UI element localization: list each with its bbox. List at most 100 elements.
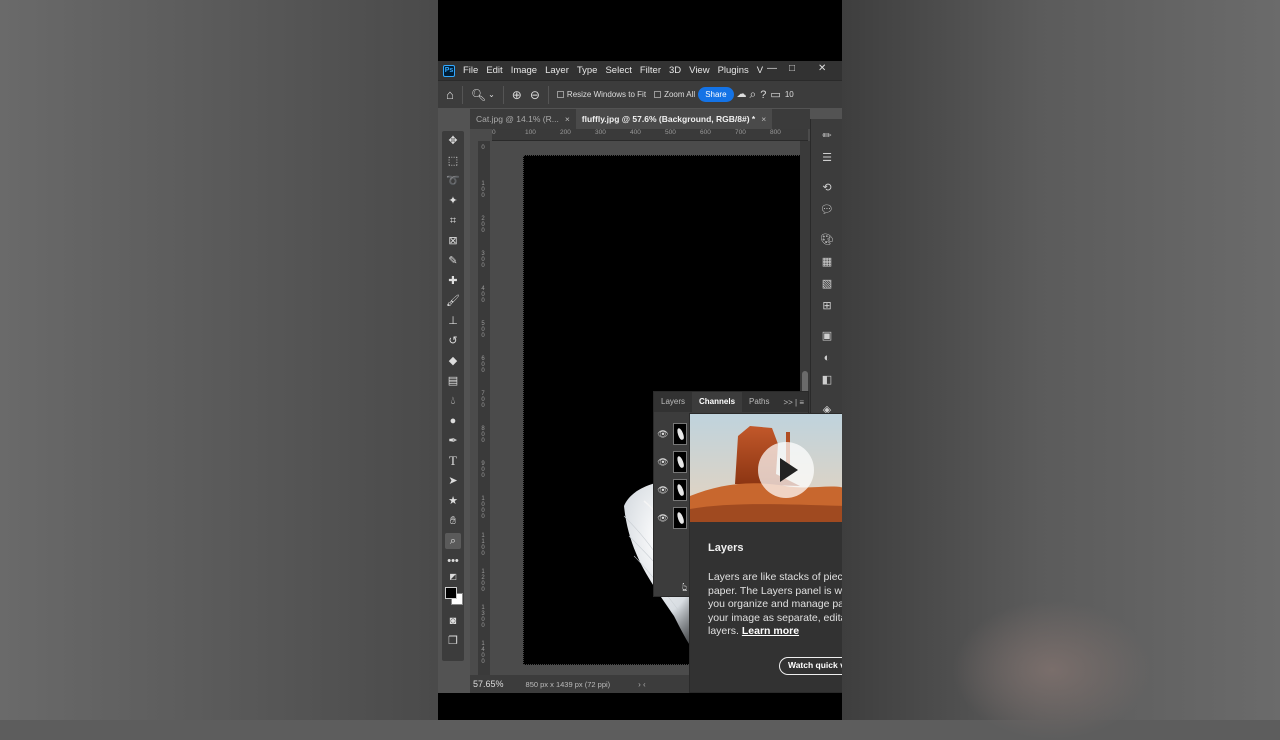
gradients-icon[interactable]: ▧ xyxy=(819,277,835,291)
gradient-tool-icon[interactable]: ▤ xyxy=(445,373,461,389)
history-brush-icon[interactable]: ↺ xyxy=(445,333,461,349)
zoom-tool-icon[interactable]: 🔍︎ xyxy=(471,88,486,102)
zoom-in-icon[interactable]: ⊕ xyxy=(512,88,522,102)
menu-window[interactable]: V xyxy=(757,65,763,76)
hand-tool-icon[interactable]: ✋︎ xyxy=(445,513,461,529)
eye-icon[interactable]: 👁︎ xyxy=(657,429,669,440)
menu-type[interactable]: Type xyxy=(577,65,598,76)
stamp-tool-icon[interactable]: ⊥ xyxy=(445,313,461,329)
tools-panel: ✥ ⬚ ➰ ✦ ⌗ ⊠ ✎ ✚ 🖌︎ ⊥ ↺ ◆ ▤ 💧︎ ● ✒ T ➤ ★ … xyxy=(442,131,464,661)
dodge-tool-icon[interactable]: ● xyxy=(445,413,461,429)
blur-tool-icon[interactable]: 💧︎ xyxy=(445,393,461,409)
quick-mask-icon[interactable]: ◙ xyxy=(445,613,461,629)
tip-video-thumbnail[interactable] xyxy=(690,414,842,522)
divider xyxy=(461,85,463,104)
zoom-all-checkbox[interactable]: Zoom All xyxy=(654,90,695,99)
workspace-icon[interactable]: ▭ xyxy=(770,88,780,101)
checkbox-box[interactable] xyxy=(556,91,564,98)
channel-row[interactable]: 👁︎ xyxy=(654,420,690,448)
color-icon[interactable]: 🎨︎ xyxy=(819,233,835,247)
watch-video-button[interactable]: Watch quick vi xyxy=(779,657,842,675)
eye-icon[interactable]: 👁︎ xyxy=(657,485,669,496)
history-icon[interactable]: ⟲ xyxy=(819,181,835,195)
close-icon[interactable]: × xyxy=(761,114,766,124)
home-icon[interactable]: ⌂ xyxy=(446,87,454,102)
more-tools-icon[interactable]: ••• xyxy=(445,553,461,569)
share-button[interactable]: Share xyxy=(698,87,734,102)
brush-settings-icon[interactable]: ✏ xyxy=(819,129,835,143)
eye-icon[interactable]: 👁︎ xyxy=(657,457,669,468)
learn-more-link[interactable]: Learn more xyxy=(742,625,799,637)
tab-paths[interactable]: Paths xyxy=(742,392,776,412)
patterns-icon[interactable]: ⊞ xyxy=(819,299,835,313)
panel-menu-icon[interactable]: >> | ≡ xyxy=(783,398,804,407)
maximize-button[interactable]: □ xyxy=(789,63,795,74)
menu-3d[interactable]: 3D xyxy=(669,65,681,76)
swap-colors-icon[interactable]: ◩ xyxy=(445,569,461,585)
marquee-tool-icon[interactable]: ⬚ xyxy=(445,153,461,169)
lasso-tool-icon[interactable]: ➰ xyxy=(445,173,461,189)
resize-windows-checkbox[interactable]: Resize Windows to Fit xyxy=(556,90,646,99)
help-icon[interactable]: ? xyxy=(760,89,766,101)
close-icon[interactable]: × xyxy=(565,114,570,124)
vertical-ruler: 0 1 0 0 2 0 0 3 0 0 4 0 0 5 0 0 6 0 0 7 … xyxy=(478,141,490,675)
tab-channels[interactable]: Channels xyxy=(692,392,743,412)
eraser-tool-icon[interactable]: ◆ xyxy=(445,353,461,369)
channel-row[interactable]: 👁︎ xyxy=(654,504,690,532)
properties-icon[interactable]: ◧ xyxy=(819,373,835,387)
adjustment-layers-icon[interactable]: ◐ xyxy=(819,351,835,365)
play-icon[interactable] xyxy=(758,442,814,498)
menu-file[interactable]: File xyxy=(463,65,478,76)
swatches-icon[interactable]: ▦ xyxy=(819,255,835,269)
frame-tool-icon[interactable]: ⊠ xyxy=(445,233,461,249)
tab-layers[interactable]: Layers xyxy=(654,392,692,412)
close-window-button[interactable]: ✕ xyxy=(818,63,826,74)
ruler-tick: 300 xyxy=(595,129,606,136)
type-tool-icon[interactable]: T xyxy=(445,453,461,469)
path-selection-icon[interactable]: ➤ xyxy=(445,473,461,489)
zoom-tool-icon[interactable]: ⌕ xyxy=(445,533,461,549)
checkbox-box[interactable] xyxy=(654,91,662,98)
ruler-tick: 5 0 0 xyxy=(481,321,485,339)
zoom-level[interactable]: 57.65% xyxy=(473,679,504,689)
eyedropper-icon[interactable]: ✎ xyxy=(445,253,461,269)
tab-fluffly[interactable]: fluffly.jpg @ 57.6% (Background, RGB/8#)… xyxy=(575,109,773,129)
zoom-out-icon[interactable]: ⊖ xyxy=(530,88,540,102)
ruler-tick: 0 xyxy=(481,145,485,151)
channel-row[interactable]: 👁︎ xyxy=(654,448,690,476)
document-info: 850 px x 1439 px (72 ppi) xyxy=(525,679,611,689)
minimize-button[interactable]: — xyxy=(767,63,777,74)
eye-icon[interactable]: 👁︎ xyxy=(657,513,669,524)
adjustments-icon[interactable]: ☰ xyxy=(819,151,835,165)
move-tool-icon[interactable]: ✥ xyxy=(445,133,461,149)
healing-brush-icon[interactable]: ✚ xyxy=(445,273,461,289)
brush-tool-icon[interactable]: 🖌︎ xyxy=(445,293,461,309)
workspace-value: 10 xyxy=(784,90,794,99)
menu-edit[interactable]: Edit xyxy=(486,65,502,76)
ruler-tick: 1 0 0 0 xyxy=(481,496,485,520)
menu-view[interactable]: View xyxy=(689,65,709,76)
tab-label: Cat.jpg @ 14.1% (R... xyxy=(476,114,559,124)
shape-tool-icon[interactable]: ★ xyxy=(445,493,461,509)
channel-row[interactable]: 👁︎ xyxy=(654,476,690,504)
search-icon[interactable]: ⌕ xyxy=(750,87,757,102)
libraries-icon[interactable]: ▣ xyxy=(819,329,835,343)
ruler-tick: 2 0 0 xyxy=(481,216,485,234)
crop-tool-icon[interactable]: ⌗ xyxy=(445,213,461,229)
menu-image[interactable]: Image xyxy=(511,65,537,76)
tab-cat[interactable]: Cat.jpg @ 14.1% (R... × xyxy=(470,109,576,129)
cloud-icon[interactable]: ☁ xyxy=(737,89,747,100)
screen-mode-icon[interactable]: ❐ xyxy=(445,633,461,649)
pen-tool-icon[interactable]: ✒ xyxy=(445,433,461,449)
tip-body: Layers are like stacks of pieces of pape… xyxy=(708,571,842,639)
chevron-down-icon[interactable]: ⌄ xyxy=(488,90,495,99)
comments-icon[interactable]: 💬︎ xyxy=(819,203,835,217)
menu-plugins[interactable]: Plugins xyxy=(718,65,749,76)
menu-filter[interactable]: Filter xyxy=(640,65,661,76)
layers-tip-popup: Layers Layers are like stacks of pieces … xyxy=(689,413,842,693)
menu-layer[interactable]: Layer xyxy=(545,65,569,76)
foreground-color-swatch[interactable] xyxy=(445,587,457,599)
magic-wand-icon[interactable]: ✦ xyxy=(445,193,461,209)
status-arrows[interactable]: › ‹ xyxy=(638,680,646,689)
menu-select[interactable]: Select xyxy=(605,65,631,76)
